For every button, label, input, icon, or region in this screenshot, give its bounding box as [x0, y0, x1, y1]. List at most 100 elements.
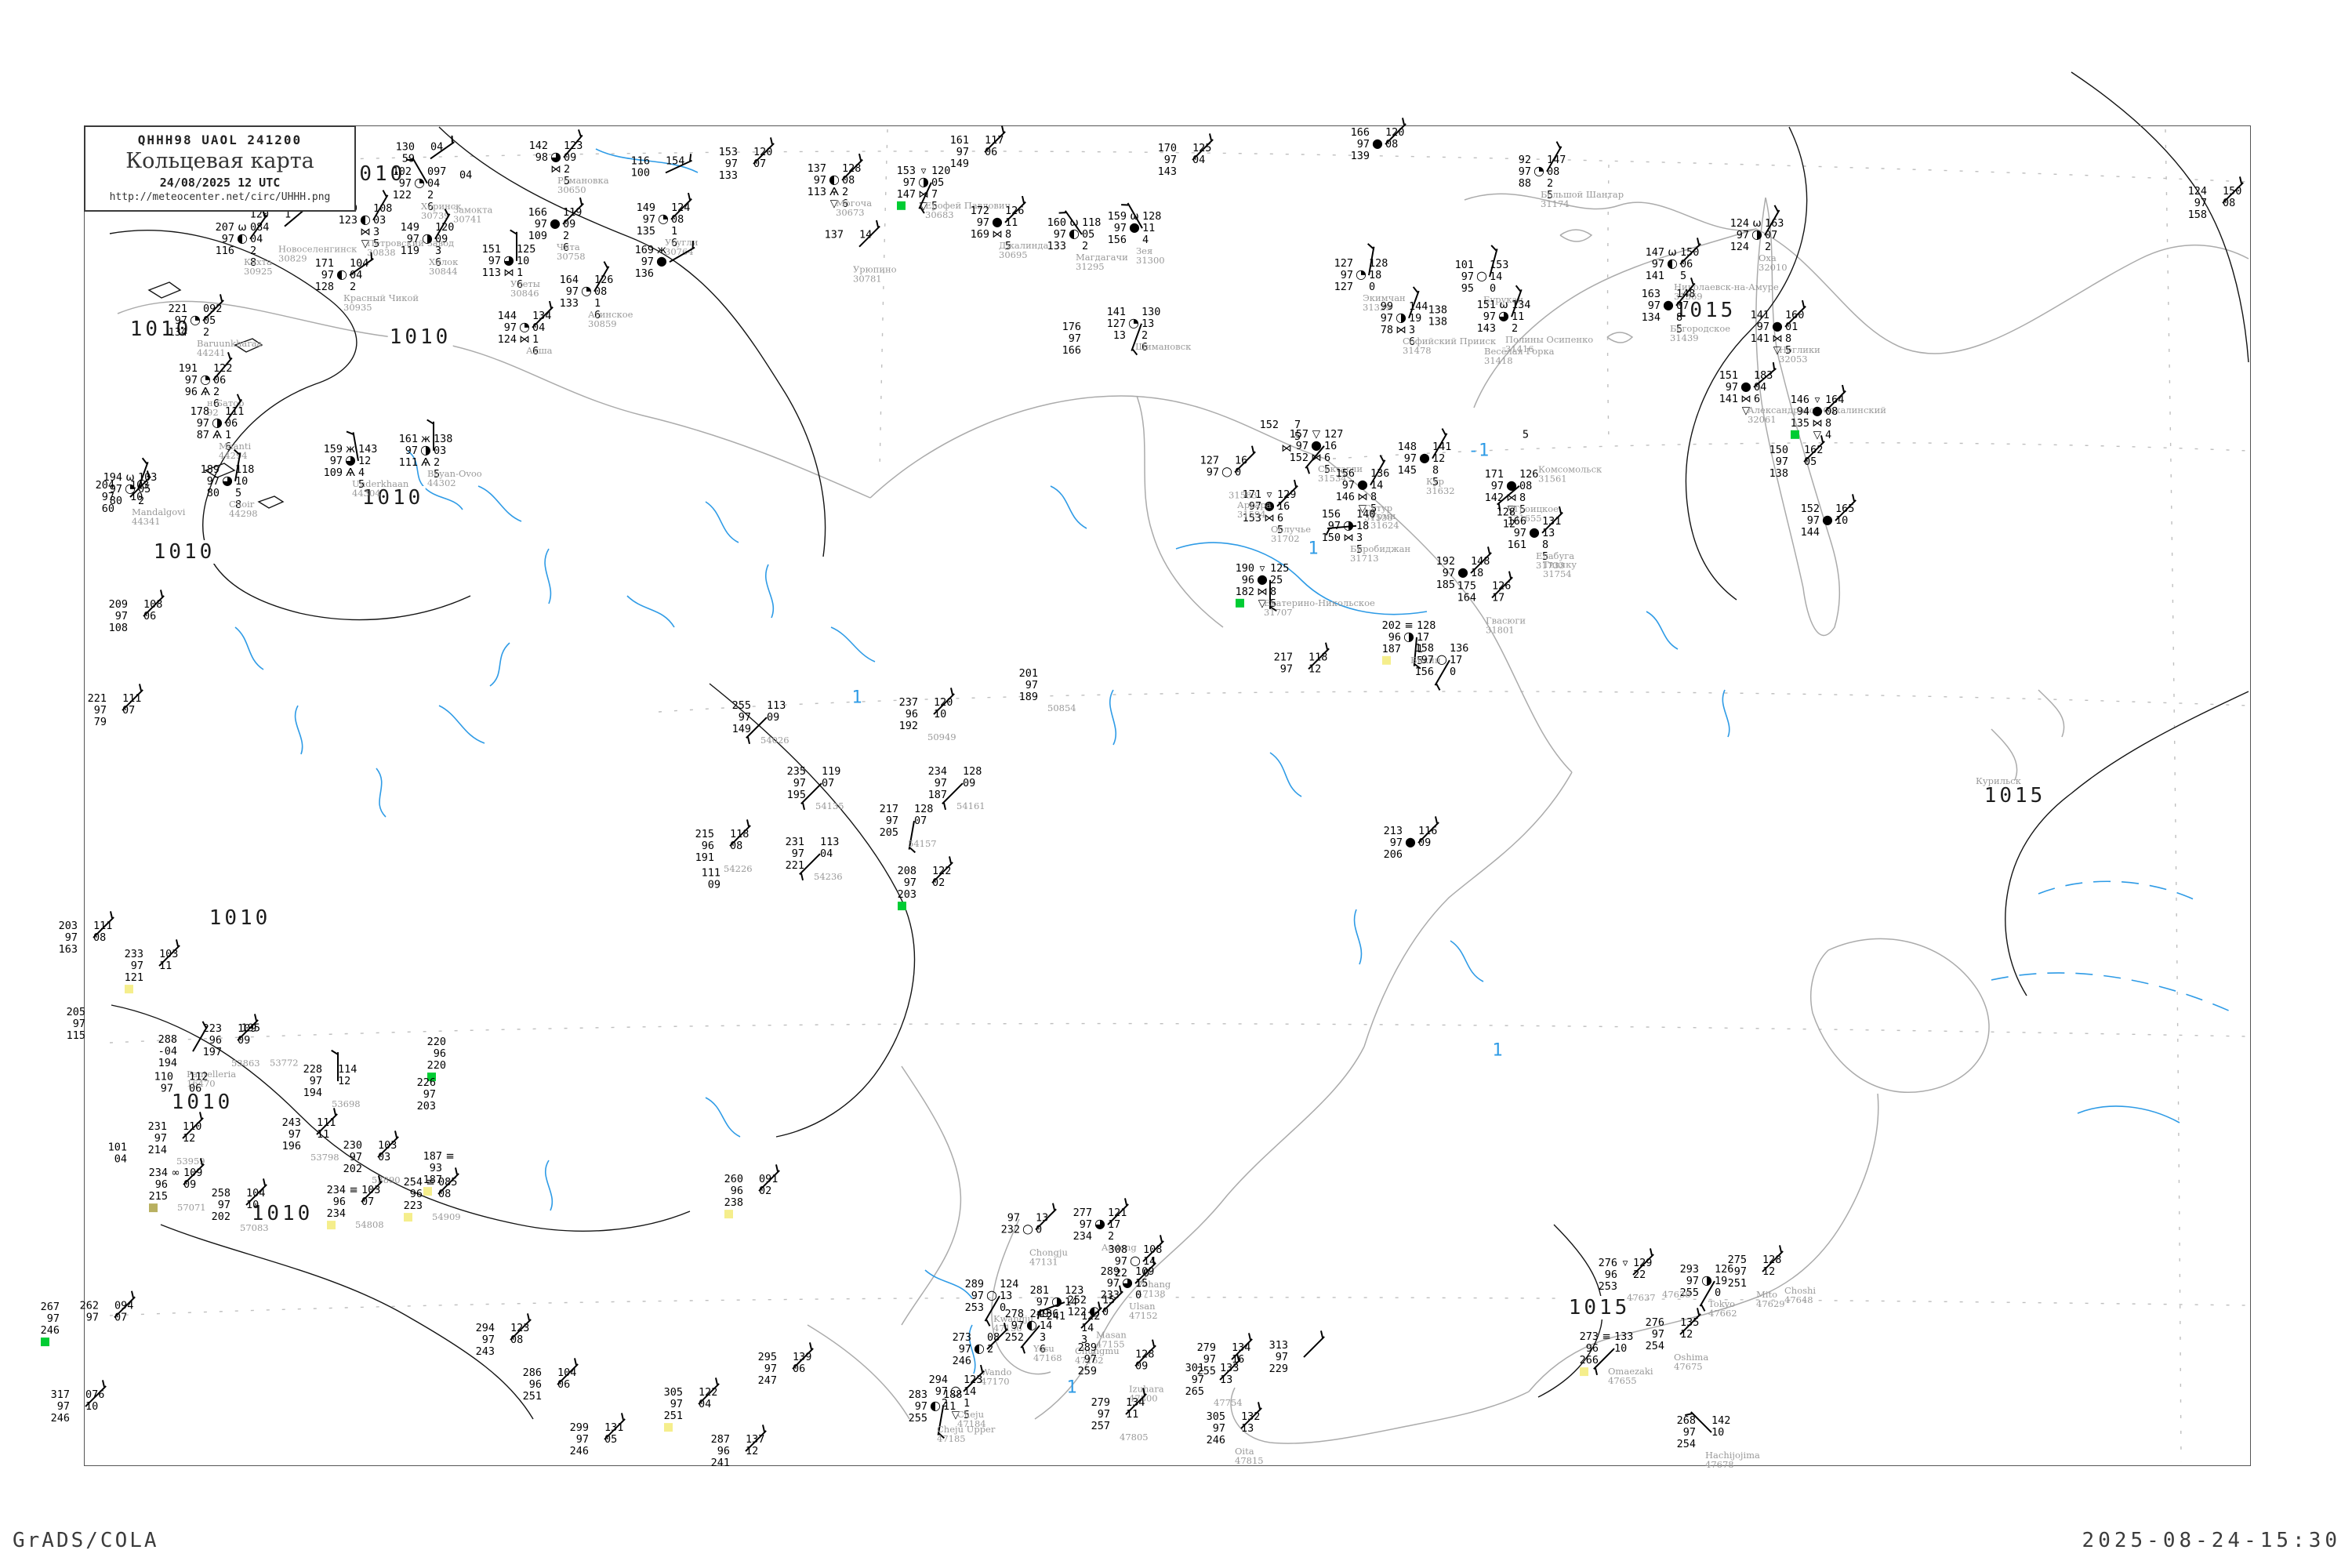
station-row: 97 ● 11	[1102, 221, 1166, 235]
station-row: 230 103	[337, 1139, 401, 1152]
station-value-right	[1054, 667, 1077, 679]
station-value-right: 118	[730, 828, 750, 841]
weather-station: 276 135 97 12 254 Oshima 47675	[1639, 1308, 1708, 1371]
station-value-left: 268	[1676, 1414, 1696, 1428]
station-row: 153 120	[713, 146, 777, 158]
station-value-left	[523, 163, 548, 175]
station-value-left	[523, 175, 548, 187]
station-value-left: 202	[343, 1163, 362, 1176]
station-value-left: 279	[1091, 1396, 1110, 1410]
wx-symbol-icon	[1699, 1287, 1715, 1298]
station-name: Курильск	[1976, 775, 2021, 786]
station-value-right	[1232, 1365, 1255, 1377]
station-name-label: Шимановск	[1135, 342, 1191, 351]
station-value-right: 124	[1000, 1278, 1019, 1291]
station-row: 260 091	[718, 1173, 782, 1185]
station-row: 251	[517, 1390, 581, 1403]
station-id: 47655	[1608, 1375, 1637, 1387]
station-value-left: 228	[303, 1063, 322, 1076]
station-value-left: 253	[964, 1301, 984, 1315]
station-row: 97	[1056, 332, 1120, 345]
station-row: 232 ○ 0	[995, 1222, 1059, 1236]
station-value-right: 05	[604, 1433, 618, 1446]
wx-symbol-icon	[167, 1120, 183, 1132]
station-value-left: 207	[215, 220, 234, 234]
wx-symbol-icon: Ѧ	[346, 466, 355, 479]
station-value-right	[2223, 209, 2246, 220]
station-value-left: 196	[281, 1140, 301, 1153]
station-value-left: 161	[398, 432, 418, 445]
station-row: 202	[205, 1210, 270, 1223]
wx-symbol-icon	[1225, 1410, 1241, 1422]
cloud-cover-icon	[1288, 1351, 1304, 1363]
station-value-left: 246	[1206, 1434, 1225, 1447]
station-value-right: 1	[517, 266, 524, 279]
station-value-left: 234	[1073, 1230, 1092, 1243]
station-value-left: 308	[1108, 1243, 1127, 1257]
station-row: 128 2	[309, 281, 373, 293]
weather-station: 215 118 96 08 191 54226	[689, 819, 753, 873]
cloud-cover-icon: ◔	[200, 371, 211, 387]
station-value-left: 232	[1000, 1223, 1020, 1236]
station-value-right: 123	[510, 1322, 530, 1335]
station-value-left: 189	[200, 463, 220, 476]
station-value-left: 255	[1196, 1365, 1216, 1378]
wx-symbol-icon	[984, 1301, 1000, 1313]
station-row: 97 03	[337, 1151, 401, 1163]
station-row: 255	[902, 1412, 967, 1425]
weather-station: 313 97 229	[1263, 1330, 1327, 1375]
station-value-right	[1220, 1385, 1243, 1397]
wx-symbol-icon: ⋈	[1281, 442, 1292, 456]
weather-station: 124 ω 163 97 ◑ 07 124 2 Оха 32010	[1724, 205, 1788, 272]
weather-station: 260 091 96 02 238	[718, 1164, 782, 1219]
weather-station: 142 123 98 ◕ 09 ⋈ 2 5 Романовка 30650	[523, 129, 609, 194]
station-row: 09	[695, 878, 760, 891]
station-row: 97 ● 09	[1377, 836, 1442, 850]
station-value-left: 160	[1047, 216, 1066, 230]
station-id: 53798	[310, 1152, 339, 1163]
wx-symbol-icon	[589, 1445, 604, 1457]
station-value-left: 97	[1736, 229, 1749, 242]
station-value-left: 96	[730, 1185, 743, 1198]
station-value-left: 97	[670, 1398, 683, 1411]
station-value-right	[1054, 691, 1077, 702]
station-value-right: 15	[1102, 1294, 1116, 1307]
station-value-left: 95	[1461, 282, 1474, 296]
station-row: 226	[411, 1076, 475, 1089]
station-value-right: 135	[1680, 1316, 1700, 1330]
station-value-right: 164	[1825, 393, 1845, 406]
wx-symbol-icon	[1515, 506, 1531, 517]
precip-marker-green	[898, 902, 906, 911]
station-value-left: 97	[1686, 1275, 1699, 1288]
station-value-right: 1	[671, 224, 678, 238]
station-row: 215 118	[689, 828, 753, 840]
station-value-left: 234	[148, 1167, 168, 1180]
wx-symbol-icon	[1747, 1277, 1762, 1289]
station-value-right: 13	[1241, 1422, 1254, 1436]
station-value-right: 104	[557, 1367, 577, 1380]
wx-symbol-icon	[1024, 1331, 1040, 1343]
pressure-tendency-label: 1	[1492, 1040, 1503, 1061]
station-row: 123 ◐ 03	[332, 212, 397, 227]
station-row: 208 122	[891, 865, 956, 877]
weather-station: 152 165 97 ● 10 144	[1795, 494, 1859, 539]
station-row: 5	[1254, 430, 1318, 443]
station-value-right: 108	[143, 598, 163, 612]
station-value-right: 14	[1370, 478, 1384, 492]
station-id: 30781	[853, 273, 882, 285]
station-value-left: 78	[1380, 323, 1393, 336]
station-row: 97 07	[873, 815, 938, 827]
station-name-label: 53798	[310, 1152, 339, 1162]
station-value-right: 16	[1232, 1353, 1245, 1367]
station-value-left: 124	[1730, 241, 1749, 254]
station-value-left: 205	[66, 1006, 85, 1019]
wx-symbol-icon	[730, 1433, 746, 1445]
wx-symbol-icon	[1664, 1340, 1680, 1352]
station-value-left: 108	[108, 622, 128, 635]
station-row: 97 ◕ 17	[1067, 1218, 1131, 1232]
station-value-left	[1094, 1348, 1120, 1359]
station-name-label: 54157	[908, 839, 937, 848]
cloud-cover-icon	[714, 840, 730, 851]
weather-station: 159 ж 143 97 ◕ 12 109 Ѧ 4 5 Underkhaan 44304	[318, 430, 408, 498]
station-row: 96 Ѧ 2	[172, 386, 237, 398]
